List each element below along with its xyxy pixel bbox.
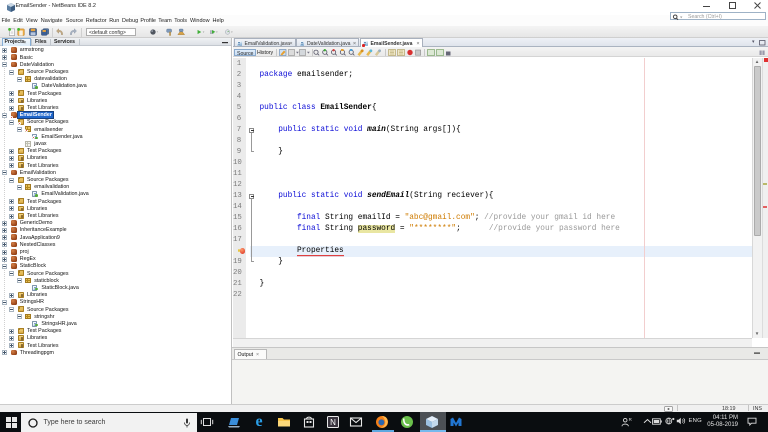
svg-text:R: R: [629, 417, 632, 422]
svg-text:N: N: [330, 418, 336, 427]
